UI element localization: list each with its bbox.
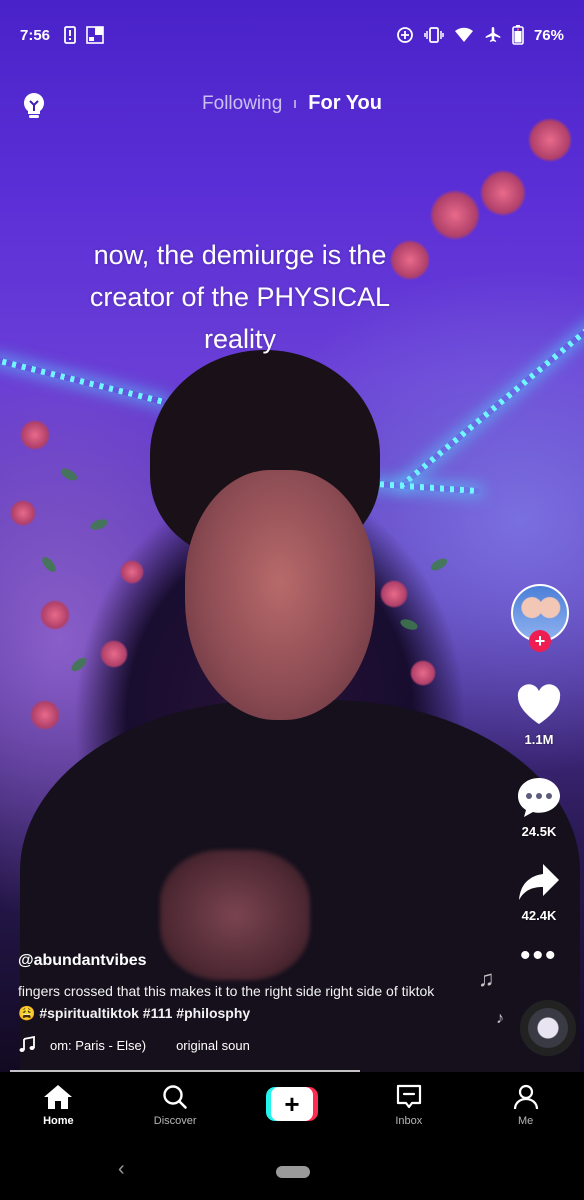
hashtags[interactable]: #spiritualtiktok #111 #philosphy	[39, 1005, 250, 1021]
tab-me[interactable]: Me	[467, 1072, 584, 1140]
flower-decoration	[10, 500, 36, 526]
battery-icon	[512, 25, 524, 45]
status-left-icons	[64, 26, 104, 44]
music-note-icon	[19, 1036, 35, 1052]
tab-discover[interactable]: Discover	[117, 1072, 234, 1140]
tab-for-you[interactable]: For You	[308, 92, 382, 115]
leaf-decoration	[69, 655, 89, 674]
tab-home[interactable]: Home	[0, 1072, 117, 1140]
description-text: fingers crossed that this makes it to th…	[18, 983, 435, 999]
tab-inbox[interactable]: Inbox	[350, 1072, 467, 1140]
music-note-icon: ♪	[496, 1010, 504, 1027]
flower-decoration	[20, 420, 50, 450]
tab-following[interactable]: Following	[202, 93, 282, 115]
flower-decoration	[40, 600, 70, 630]
airplane-icon	[485, 27, 501, 42]
vibrate-icon	[424, 27, 444, 43]
back-chevron-icon[interactable]: ‹	[118, 1158, 125, 1181]
sim-alert-icon	[64, 26, 76, 44]
status-right-icons: 76%	[396, 25, 564, 45]
sound-disc[interactable]	[520, 1000, 576, 1056]
video-text-overlay: now, the demiurge is the creator of the …	[40, 234, 440, 360]
bottom-tab-bar: Home Discover + Inbox Me	[0, 1072, 584, 1140]
flower-decoration	[410, 660, 436, 686]
leaf-decoration	[399, 617, 419, 632]
comment-button[interactable]: 24.5K	[494, 776, 584, 839]
profile-icon	[513, 1084, 538, 1110]
post-description: fingers crossed that this makes it to th…	[18, 980, 488, 1024]
top-nav: Following For You	[0, 88, 584, 122]
tab-me-label: Me	[517, 1115, 534, 1127]
like-count: 1.1M	[524, 732, 554, 747]
flower-decoration	[120, 560, 144, 584]
hashtag-line: 😩 #spiritualtiktok #111 #philosphy	[18, 1002, 488, 1024]
share-icon	[519, 864, 559, 900]
sound-title: om: Paris - Else)	[50, 1037, 147, 1053]
leaf-decoration	[58, 466, 80, 483]
led-strip-left	[0, 356, 169, 406]
comment-count: 24.5K	[521, 824, 557, 839]
flower-decoration	[100, 640, 128, 668]
home-gesture-pill[interactable]	[276, 1166, 310, 1178]
leaf-decoration	[89, 517, 109, 532]
tab-inbox-label: Inbox	[395, 1115, 423, 1127]
wifi-icon	[454, 27, 473, 42]
sound-row[interactable]: om: Paris - Else) original soun	[18, 1036, 488, 1054]
search-icon	[163, 1085, 187, 1109]
overlay-line: creator of the PHYSICAL	[89, 282, 391, 312]
tab-home-label: Home	[43, 1115, 74, 1127]
like-button[interactable]: 1.1M	[494, 684, 584, 747]
leaf-decoration	[428, 556, 450, 573]
flower-decoration	[528, 118, 572, 162]
tab-create[interactable]: +	[234, 1072, 351, 1140]
system-nav-bar: ‹	[0, 1140, 584, 1200]
leaf-decoration	[39, 554, 59, 575]
home-icon	[44, 1085, 73, 1109]
more-options-icon[interactable]: •••	[520, 941, 558, 971]
news-icon	[86, 26, 104, 44]
plus-icon: +	[270, 1087, 313, 1121]
person-face	[185, 470, 375, 720]
creator-username[interactable]: @abundantvibes	[18, 952, 488, 970]
create-button[interactable]: +	[265, 1087, 318, 1121]
status-time: 7:56	[20, 26, 51, 44]
tab-divider	[294, 99, 297, 108]
heart-icon	[517, 684, 561, 724]
status-bar: 7:56 76%	[0, 0, 584, 70]
share-count: 42.4K	[521, 908, 557, 923]
share-button[interactable]: 42.4K	[494, 862, 584, 923]
tab-discover-label: Discover	[153, 1115, 197, 1127]
battery-percent: 76%	[533, 26, 564, 44]
emoji: 😩	[18, 1005, 36, 1021]
flower-decoration	[430, 190, 480, 240]
inbox-icon	[396, 1084, 421, 1109]
follow-button[interactable]: +	[529, 630, 551, 652]
overlay-line: now, the demiurge is the	[93, 240, 387, 270]
comment-icon	[518, 778, 560, 817]
feed-tabs: Following For You	[0, 92, 584, 115]
post-info: @abundantvibes fingers crossed that this…	[18, 952, 488, 1054]
flower-decoration	[380, 580, 408, 608]
overlay-line: reality	[203, 324, 277, 354]
data-saver-icon	[397, 27, 413, 43]
flower-decoration	[480, 170, 526, 216]
flower-decoration	[30, 700, 60, 730]
sound-original-label: original soun	[176, 1037, 250, 1053]
